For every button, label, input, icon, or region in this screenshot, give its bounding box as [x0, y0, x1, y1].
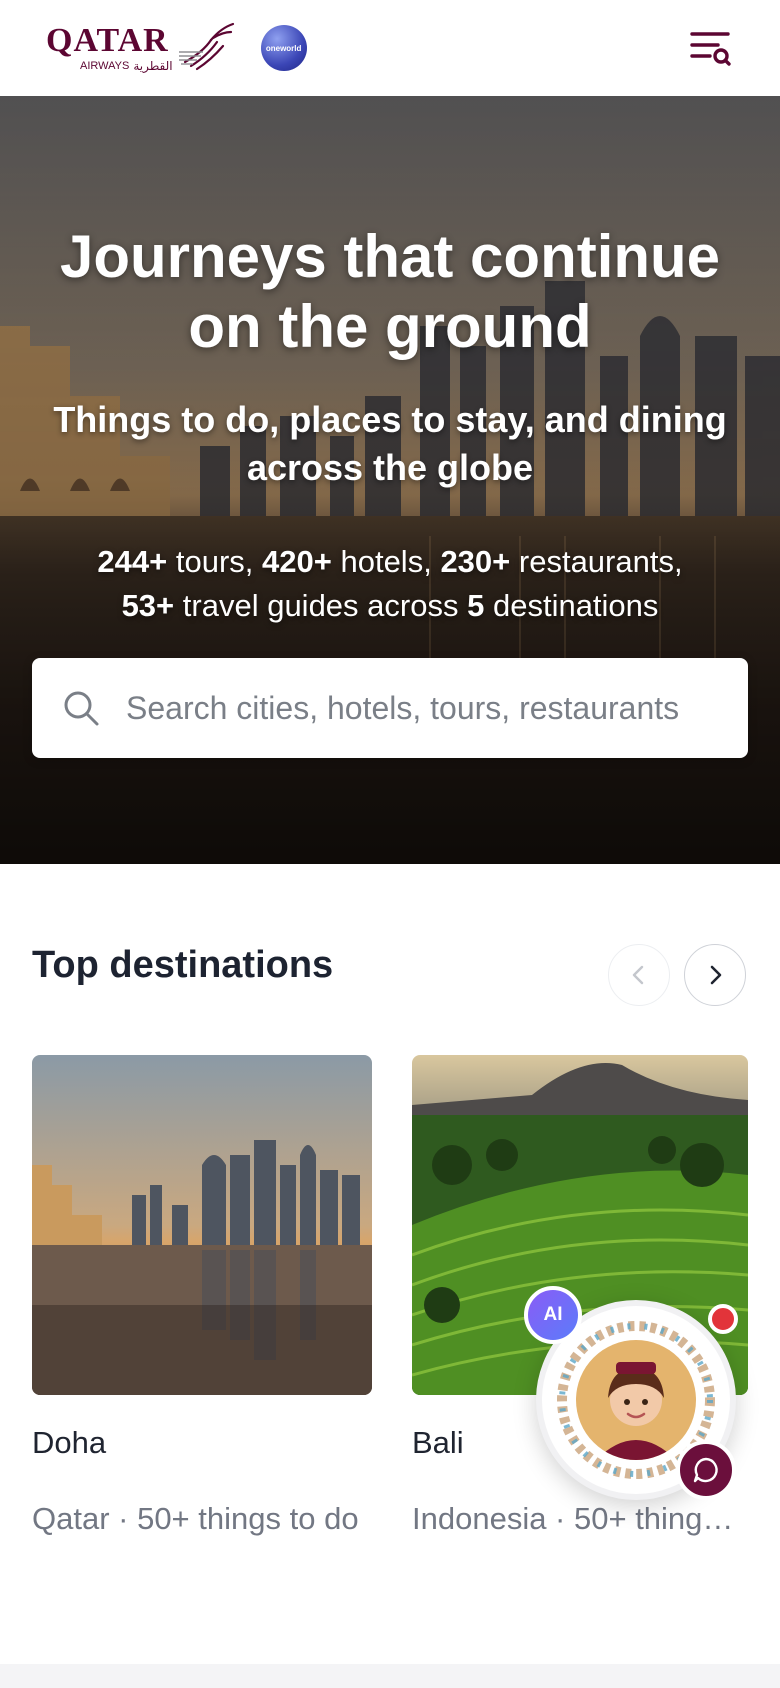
- destination-meta: Qatar · 50+ things to do: [32, 1501, 359, 1536]
- destinations-label: destinations: [492, 588, 659, 623]
- oneworld-logo: oneworld: [260, 25, 307, 71]
- destination-meta: Indonesia · 50+ things to do: [412, 1501, 748, 1536]
- section-title-top-destinations: Top destinations: [32, 944, 334, 986]
- search-box[interactable]: [32, 658, 748, 758]
- site-header: QATAR AIRWAYS القطرية oneworld: [0, 0, 780, 96]
- hero-subtitle: Things to do, places to stay, and dining…: [53, 399, 727, 488]
- tours-label: tours,: [175, 544, 254, 579]
- hero-banner: Journeys that continue on the ground Thi…: [0, 96, 780, 864]
- carousel-next-button[interactable]: [684, 944, 746, 1006]
- qatar-airways-logo[interactable]: QATAR AIRWAYS القطرية: [46, 22, 235, 74]
- ai-badge: AI: [524, 1286, 582, 1344]
- search-icon: [64, 691, 99, 726]
- logo-subtitle-arabic: القطرية: [133, 59, 173, 73]
- tours-count: 244+: [97, 544, 168, 579]
- hotels-count: 420+: [262, 544, 332, 579]
- guides-label: travel guides across: [182, 588, 459, 623]
- notification-dot: [708, 1304, 738, 1334]
- hero-stats: 244+ tours, 420+ hotels, 230+ restaurant…: [30, 540, 750, 628]
- destination-name: Doha: [32, 1425, 107, 1460]
- hotels-label: hotels,: [340, 544, 432, 579]
- chevron-left-icon: [632, 965, 644, 985]
- carousel-prev-button[interactable]: [608, 944, 670, 1006]
- chat-icon: [693, 1457, 718, 1483]
- chevron-right-icon: [710, 965, 722, 985]
- restaurants-count: 230+: [440, 544, 511, 579]
- hero-title: Journeys that continue on the ground: [59, 223, 721, 360]
- destination-image-doha: [32, 1055, 372, 1395]
- destination-card-doha[interactable]: Doha Qatar · 50+ things to do: [32, 1055, 372, 1537]
- restaurants-label: restaurants,: [518, 544, 683, 579]
- guides-count: 53+: [121, 588, 175, 623]
- logo-subtitle: AIRWAYS: [80, 59, 130, 72]
- assistant-avatar: [576, 1340, 696, 1460]
- ai-assistant-widget[interactable]: AI: [524, 1286, 738, 1500]
- oryx-icon: [178, 22, 234, 71]
- search-input[interactable]: [126, 689, 686, 727]
- menu-search-button[interactable]: [686, 24, 734, 72]
- logo-wordmark: QATAR: [46, 22, 169, 59]
- brand: QATAR AIRWAYS القطرية oneworld: [46, 22, 307, 74]
- chat-button[interactable]: [676, 1440, 736, 1500]
- page-footer-edge: [0, 1664, 780, 1688]
- menu-search-icon: [690, 32, 731, 66]
- destinations-count: 5: [467, 588, 485, 623]
